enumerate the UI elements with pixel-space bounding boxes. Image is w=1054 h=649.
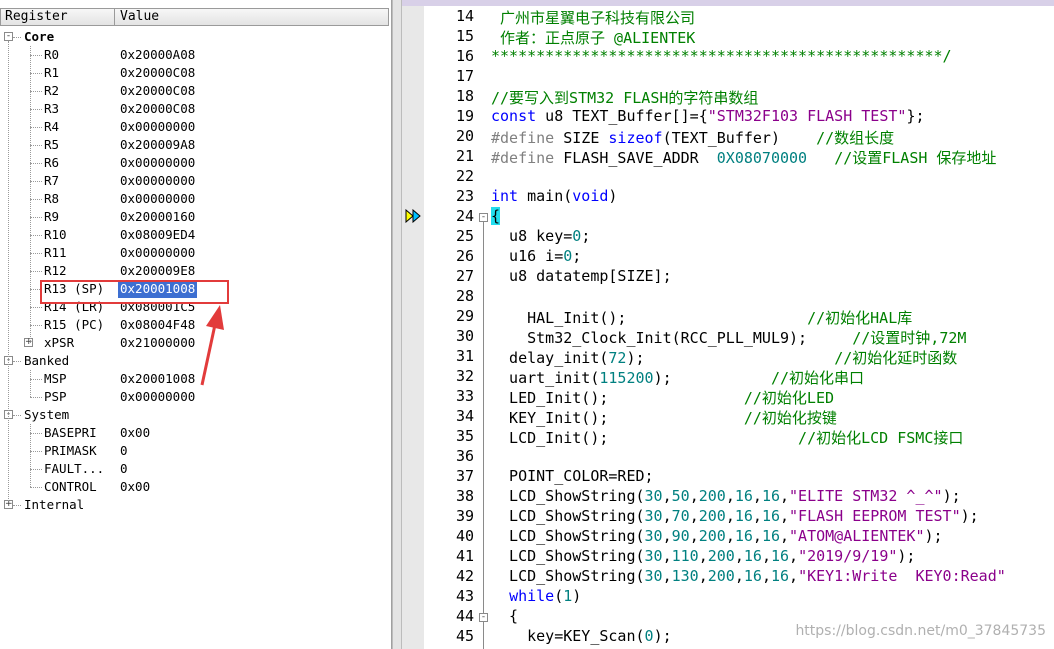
line-number: 28 bbox=[455, 287, 474, 305]
code-line[interactable]: ****************************************… bbox=[491, 47, 952, 65]
code-line[interactable]: KEY_Init(); //初始化按键 bbox=[491, 407, 837, 428]
fold-toggle-icon[interactable]: - bbox=[479, 613, 488, 622]
line-number: 25 bbox=[455, 227, 474, 245]
code-line[interactable]: HAL_Init(); //初始化HAL库 bbox=[491, 307, 912, 328]
code-line[interactable]: const u8 TEXT_Buffer[]={"STM32F103 FLASH… bbox=[491, 107, 925, 125]
execution-arrow-icon bbox=[405, 209, 421, 223]
line-number: 38 bbox=[455, 487, 474, 505]
line-number: 30 bbox=[455, 327, 474, 345]
line-number: 39 bbox=[455, 507, 474, 525]
code-line[interactable]: LED_Init(); //初始化LED bbox=[491, 387, 834, 408]
line-number-column: 14 15 16 17 18 19 20 21 22 23 24 25 26 27 28 29 30 31 32 33… bbox=[424, 6, 476, 649]
code-line[interactable]: { bbox=[491, 207, 501, 225]
code-line[interactable]: int main(void) bbox=[491, 187, 617, 205]
code-line[interactable]: 广州市星翼电子科技有限公司 bbox=[491, 7, 695, 28]
watermark: https://blog.csdn.net/m0_37845735 bbox=[795, 623, 1046, 639]
code-line[interactable]: u8 key=0; bbox=[491, 227, 590, 245]
line-number: 36 bbox=[455, 447, 474, 465]
code-line[interactable]: u16 i=0; bbox=[491, 247, 581, 265]
line-number: 24 bbox=[455, 207, 474, 225]
code-line[interactable]: LCD_Init(); //初始化LCD FSMC接口 bbox=[491, 427, 963, 448]
line-number: 32 bbox=[455, 367, 474, 385]
line-number: 21 bbox=[455, 147, 474, 165]
line-number: 45 bbox=[455, 627, 474, 645]
line-number: 14 bbox=[455, 7, 474, 25]
fold-range-line bbox=[483, 222, 484, 649]
line-number: 31 bbox=[455, 347, 474, 365]
line-number: 23 bbox=[455, 187, 474, 205]
line-number: 18 bbox=[455, 87, 474, 105]
fold-range-line bbox=[483, 622, 484, 649]
line-number: 27 bbox=[455, 267, 474, 285]
line-number: 41 bbox=[455, 547, 474, 565]
code-line[interactable]: LCD_ShowString(30,130,200,16,16,"KEY1:Wr… bbox=[491, 567, 1006, 585]
line-number: 33 bbox=[455, 387, 474, 405]
line-number: 17 bbox=[455, 67, 474, 85]
line-number: 15 bbox=[455, 27, 474, 45]
line-number: 19 bbox=[455, 107, 474, 125]
line-number: 42 bbox=[455, 567, 474, 585]
code-line[interactable]: u8 datatemp[SIZE]; bbox=[491, 267, 672, 285]
code-line[interactable]: LCD_ShowString(30,110,200,16,16,"2019/9/… bbox=[491, 547, 915, 565]
code-line[interactable]: Stm32_Clock_Init(RCC_PLL_MUL9); //设置时钟,7… bbox=[491, 327, 966, 348]
code-line[interactable]: #define SIZE sizeof(TEXT_Buffer) //数组长度 bbox=[491, 127, 894, 148]
line-number: 20 bbox=[455, 127, 474, 145]
line-number: 16 bbox=[455, 47, 474, 65]
line-number: 29 bbox=[455, 307, 474, 325]
line-number: 40 bbox=[455, 527, 474, 545]
line-number: 44 bbox=[455, 607, 474, 625]
line-number: 34 bbox=[455, 407, 474, 425]
line-number: 43 bbox=[455, 587, 474, 605]
code-line[interactable]: POINT_COLOR=RED; bbox=[491, 467, 654, 485]
code-line[interactable]: LCD_ShowString(30,70,200,16,16,"FLASH EE… bbox=[491, 507, 979, 525]
code-line[interactable]: { bbox=[491, 607, 518, 625]
code-line[interactable]: 作者：正点原子 @ALIENTEK bbox=[491, 27, 695, 48]
code-line[interactable]: key=KEY_Scan(0); bbox=[491, 627, 672, 645]
line-number: 35 bbox=[455, 427, 474, 445]
line-number: 37 bbox=[455, 467, 474, 485]
breakpoint-gutter[interactable] bbox=[402, 6, 424, 649]
editor-tab-strip bbox=[402, 0, 1054, 6]
code-line[interactable]: uart_init(115200); //初始化串口 bbox=[491, 367, 864, 388]
code-line[interactable]: delay_init(72); //初始化延时函数 bbox=[491, 347, 957, 368]
code-editor[interactable]: 14 15 16 17 18 19 20 21 22 23 24 25 26 27 28 29 30 31 32 33… bbox=[402, 0, 1054, 649]
code-line[interactable]: LCD_ShowString(30,50,200,16,16,"ELITE ST… bbox=[491, 487, 961, 505]
code-line[interactable]: LCD_ShowString(30,90,200,16,16,"ATOM@ALI… bbox=[491, 527, 943, 545]
fold-toggle-icon[interactable]: - bbox=[479, 213, 488, 222]
code-line[interactable]: #define FLASH_SAVE_ADDR 0X08070000 //设置F… bbox=[491, 147, 996, 168]
line-number: 26 bbox=[455, 247, 474, 265]
code-line[interactable]: //要写入到STM32 FLASH的字符串数组 bbox=[491, 87, 758, 108]
register-window: Register Value Core - R0 0x20000A08 R1 0x2000… bbox=[0, 0, 392, 649]
line-number: 22 bbox=[455, 167, 474, 185]
annotation-arrow bbox=[200, 305, 224, 386]
code-line[interactable]: while(1) bbox=[491, 587, 581, 605]
panel-splitter[interactable] bbox=[392, 0, 402, 649]
